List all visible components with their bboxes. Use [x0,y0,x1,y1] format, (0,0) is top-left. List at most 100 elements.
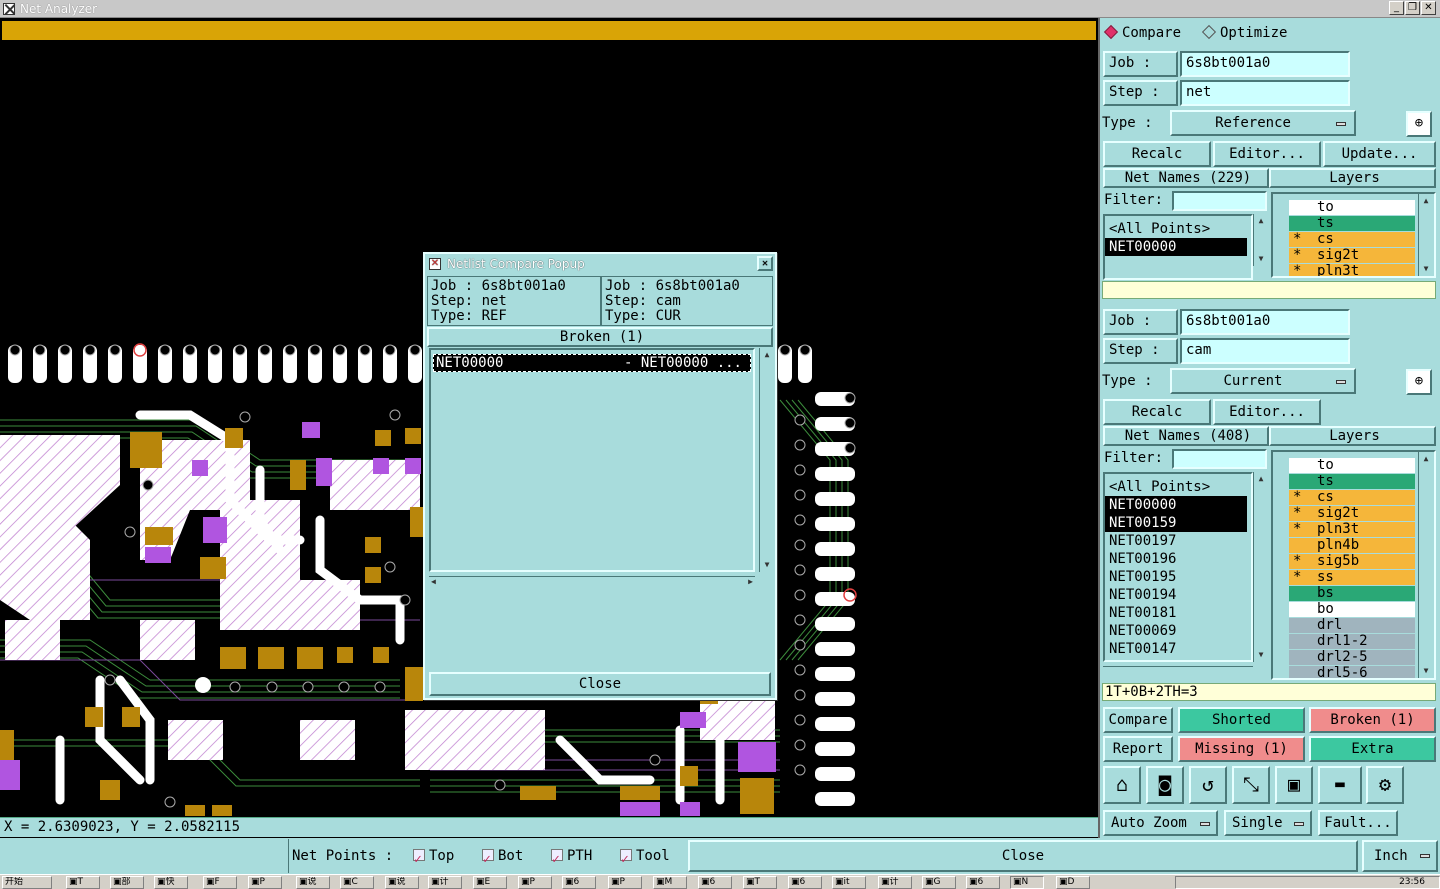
popup-close-icon[interactable]: ✕ [757,256,773,271]
list-item[interactable]: NET00181 [1105,604,1251,622]
cur-zoom-button[interactable]: ⊕ [1406,369,1432,395]
check-top[interactable]: Top [413,841,454,875]
taskbar-item[interactable]: ▣计 [878,876,912,889]
list-item[interactable]: NET00194 [1105,586,1251,604]
list-item[interactable]: <All Points> [1105,478,1251,496]
taskbar-item[interactable]: ▣部 [110,876,144,889]
taskbar-item[interactable]: ▣T [66,876,100,889]
list-item[interactable]: NET00147 [1105,640,1251,658]
cur-layer-scrollbar[interactable]: ▲ ▼ [1418,452,1432,678]
taskbar-item[interactable]: ▣M [653,876,687,889]
list-item-selected[interactable]: NET00000 [1105,238,1247,256]
layer-row[interactable]: ts [1289,474,1415,490]
taskbar-item[interactable]: ▣6 [788,876,822,889]
taskbar-item[interactable]: ▣快 [154,876,188,889]
ref-layer-scrollbar[interactable]: ▲ ▼ [1418,194,1432,276]
ref-step-field[interactable]: net [1180,80,1350,106]
cur-layers-list[interactable]: to ts * cs * sig2t * pln3t pln4b * sig5b * ss bs bo drl… [1271,450,1436,680]
layer-row[interactable]: drl [1289,618,1415,634]
taskbar-item[interactable]: ▣G [922,876,956,889]
taskbar-item[interactable]: ▣说 [385,876,419,889]
taskbar-item[interactable]: ▣P [518,876,552,889]
compare-button[interactable]: Compare [1103,707,1173,733]
layer-row[interactable]: to [1289,200,1415,216]
list-item[interactable]: NET00196 [1105,550,1251,568]
layer-row[interactable]: pln4b [1289,538,1415,554]
cur-net-scrollbar[interactable]: ▲ ▼ [1253,472,1267,662]
list-item[interactable]: <All Points> [1105,220,1251,238]
layer-row[interactable]: drl1-2 [1289,634,1415,650]
list-item[interactable]: NET00197 [1105,532,1251,550]
layer-row[interactable]: * sig5b [1289,554,1415,570]
minimize-button[interactable]: _ [1389,1,1404,15]
report-button[interactable]: Report [1103,736,1173,762]
home-button[interactable]: ⌂ [1103,766,1141,804]
settings-button[interactable]: ⚙ [1366,766,1404,804]
taskbar-item-active[interactable]: ▣N [1010,876,1044,889]
ref-editor-button[interactable]: Editor... [1213,141,1321,167]
ref-zoom-button[interactable]: ⊕ [1406,111,1432,137]
list-item-selected[interactable]: NET00159 [1105,514,1247,532]
check-pth[interactable]: PTH [551,841,592,875]
taskbar-item[interactable]: ▣C [340,876,374,889]
ref-net-list[interactable]: <All Points> NET00000 [1103,214,1253,280]
ref-recalc-button[interactable]: Recalc [1103,141,1211,167]
cur-net-hscrollbar[interactable] [1103,666,1253,680]
ref-job-field[interactable]: 6s8bt001a0 [1180,51,1350,77]
popup-vscrollbar[interactable]: ▲ ▼ [759,348,773,572]
ref-layers-list[interactable]: to ts * cs * sig2t * pln3t [1271,192,1436,278]
taskbar-item[interactable]: ▣P [248,876,282,889]
single-dropdown[interactable]: Single [1224,810,1312,836]
list-item[interactable]: NET00195 [1105,568,1251,586]
cur-recalc-button[interactable]: Recalc [1103,399,1211,425]
layer-row[interactable]: * pln3t [1289,264,1415,276]
taskbar-item[interactable]: ▣D [1056,876,1090,889]
layer-row[interactable]: * cs [1289,490,1415,506]
fault-button[interactable]: Fault... [1318,810,1398,836]
list-item-selected[interactable]: NET00000 [1105,496,1247,514]
popup-hscrollbar[interactable]: ◀ ▶ [429,576,755,590]
close-window-button[interactable]: ✕ [1421,1,1436,15]
taskbar-item[interactable]: ▣6 [562,876,596,889]
shorted-button[interactable]: Shorted [1178,707,1305,733]
taskbar-item[interactable]: ▣P [608,876,642,889]
extra-button[interactable]: Extra [1309,736,1436,762]
cur-step-field[interactable]: cam [1180,338,1350,364]
ref-type-dropdown[interactable]: Reference [1170,110,1356,136]
taskbar-item[interactable]: ▣F [203,876,237,889]
maximize-button[interactable]: ❐ [1405,1,1420,15]
ruler-button[interactable]: ▬ [1318,766,1362,804]
layer-row[interactable]: * ss [1289,570,1415,586]
layer-row[interactable]: * pln3t [1289,522,1415,538]
layer-row[interactable]: drl2-5 [1289,650,1415,666]
taskbar-item[interactable]: ▣6 [966,876,1000,889]
cur-net-list[interactable]: <All Points> NET00000 NET00159 NET00197 NET0… [1103,472,1253,662]
popup-close-button[interactable]: Close [429,672,771,696]
circle-select-button[interactable]: ◙ [1146,766,1184,804]
ref-filter-input[interactable] [1172,191,1267,211]
layer-row[interactable]: bs [1289,586,1415,602]
broken-net-row[interactable]: NET00000 - NET00000 ... [433,354,751,372]
layer-row[interactable]: * cs [1289,232,1415,248]
taskbar-item[interactable]: ▣T [743,876,777,889]
layer-row[interactable]: * sig2t [1289,248,1415,264]
close-button[interactable]: Close [688,840,1358,872]
broken-net-list[interactable]: NET00000 - NET00000 ... [429,348,755,572]
layer-row[interactable]: * sig2t [1289,506,1415,522]
taskbar-item[interactable]: ▣E [473,876,507,889]
ref-update-button[interactable]: Update... [1323,141,1436,167]
undo-button[interactable]: ↺ [1189,766,1227,804]
cur-editor-button[interactable]: Editor... [1213,399,1321,425]
list-item[interactable]: NET00069 [1105,622,1251,640]
start-button[interactable]: 开始 [2,876,52,889]
route-button[interactable]: ⤡ [1232,766,1270,804]
units-dropdown[interactable]: Inch [1362,840,1438,872]
ref-net-scrollbar[interactable]: ▲ ▼ [1253,214,1267,266]
layer-row[interactable]: drl5-6 [1289,666,1415,678]
taskbar-item[interactable]: ▣it [832,876,866,889]
mode-optimize-radio[interactable]: Optimize [1201,24,1287,41]
check-bot[interactable]: Bot [482,841,523,875]
taskbar-item[interactable]: ▣计 [428,876,462,889]
taskbar-item[interactable]: ▣说 [296,876,330,889]
missing-button[interactable]: Missing (1) [1178,736,1305,762]
